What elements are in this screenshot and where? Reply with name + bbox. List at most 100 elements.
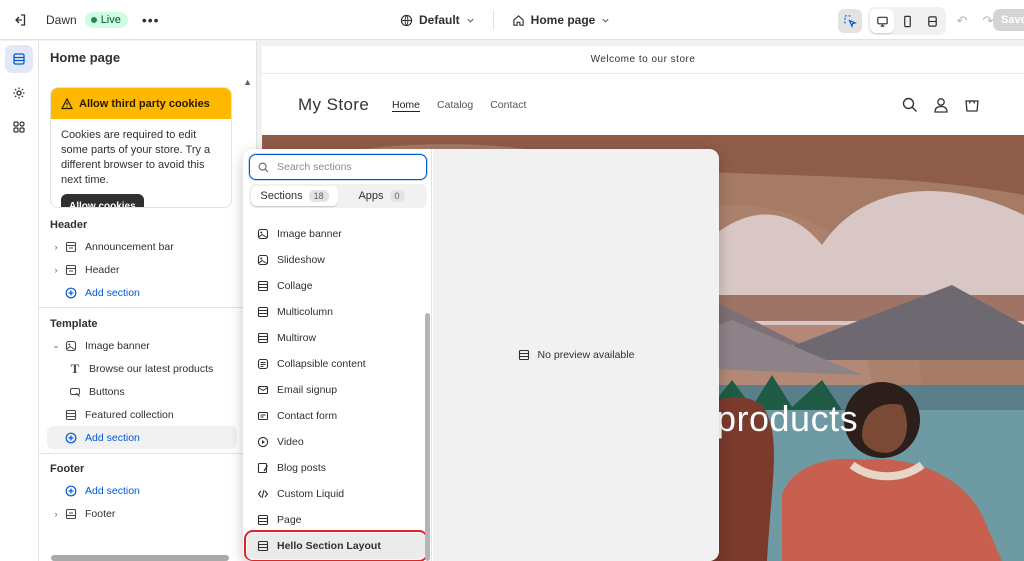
nav-link-home[interactable]: Home bbox=[392, 99, 420, 111]
section-list-scrollbar[interactable] bbox=[425, 313, 430, 561]
live-label: Live bbox=[100, 13, 121, 26]
nav-link-contact[interactable]: Contact bbox=[490, 99, 526, 111]
blog-icon bbox=[257, 462, 269, 474]
block-item-text[interactable]: T Browse our latest products bbox=[39, 357, 256, 380]
section-item-footer[interactable]: › Footer bbox=[39, 502, 256, 525]
theme-settings-nav-button[interactable] bbox=[5, 79, 33, 107]
layout-icon bbox=[257, 540, 269, 552]
cart-icon[interactable] bbox=[964, 97, 980, 113]
section-item-header[interactable]: › Header bbox=[39, 258, 256, 281]
live-badge: Live bbox=[84, 11, 128, 28]
block-item-buttons[interactable]: Buttons bbox=[39, 380, 256, 403]
store-nav: Home Catalog Contact bbox=[392, 99, 526, 111]
add-section-template-button[interactable]: Add section bbox=[47, 426, 237, 449]
account-icon[interactable] bbox=[933, 97, 949, 113]
section-option-collapsible-content[interactable]: Collapsible content bbox=[247, 351, 425, 377]
layout-icon bbox=[63, 239, 79, 255]
chevron-right-icon[interactable]: › bbox=[49, 242, 63, 252]
cookie-banner-body: Cookies are required to edit some parts … bbox=[51, 119, 231, 207]
inspector-button[interactable] bbox=[838, 9, 862, 33]
search-icon[interactable] bbox=[902, 97, 918, 113]
section-option-label: Collage bbox=[277, 280, 313, 292]
chevron-down-icon[interactable]: ⌄ bbox=[49, 340, 63, 351]
email-icon bbox=[257, 385, 269, 395]
section-option-label: Video bbox=[277, 436, 304, 448]
live-dot bbox=[90, 16, 97, 23]
section-option-collage[interactable]: Collage bbox=[247, 273, 425, 299]
section-option-label: Slideshow bbox=[277, 254, 325, 266]
store-logo-text[interactable]: My Store bbox=[298, 95, 369, 115]
add-section-header-button[interactable]: Add section bbox=[39, 281, 256, 304]
theme-selector[interactable]: Default bbox=[400, 13, 475, 27]
slideshow-icon bbox=[257, 254, 269, 266]
sections-icon bbox=[13, 53, 25, 65]
tab-count: 0 bbox=[389, 190, 405, 202]
section-option-custom-liquid[interactable]: Custom Liquid bbox=[247, 481, 425, 507]
chevron-right-icon[interactable]: › bbox=[49, 509, 63, 519]
section-item-label: Featured collection bbox=[85, 408, 174, 421]
section-list: Image banner Slideshow Collage Multicolu… bbox=[244, 221, 428, 561]
horizontal-scrollbar[interactable] bbox=[51, 555, 229, 561]
mobile-icon bbox=[903, 15, 911, 27]
form-icon bbox=[257, 411, 269, 421]
sections-nav-button[interactable] bbox=[5, 45, 33, 73]
section-item-image-banner[interactable]: ⌄ Image banner bbox=[39, 334, 256, 357]
exit-button[interactable] bbox=[0, 0, 40, 40]
page-selector[interactable]: Home page bbox=[512, 13, 611, 27]
add-section-footer-button[interactable]: Add section bbox=[39, 479, 256, 502]
tab-apps[interactable]: Apps 0 bbox=[338, 186, 425, 206]
allow-cookies-button[interactable]: Allow cookies bbox=[61, 194, 144, 207]
section-option-contact-form[interactable]: Contact form bbox=[247, 403, 425, 429]
section-item-featured-collection[interactable]: Featured collection bbox=[39, 403, 256, 426]
apps-nav-button[interactable] bbox=[5, 113, 33, 141]
tab-sections[interactable]: Sections 18 bbox=[251, 186, 338, 206]
layout-icon bbox=[257, 306, 269, 318]
section-option-blog-posts[interactable]: Blog posts bbox=[247, 455, 425, 481]
chevron-down-icon bbox=[602, 18, 609, 23]
tab-label: Apps bbox=[358, 190, 384, 202]
section-item-label: Footer bbox=[85, 507, 116, 520]
section-option-page[interactable]: Page bbox=[247, 507, 425, 533]
cookie-banner-title: Allow third party cookies bbox=[79, 97, 210, 110]
section-option-video[interactable]: Video bbox=[247, 429, 425, 455]
chevron-right-icon[interactable]: › bbox=[49, 265, 63, 275]
divider bbox=[39, 453, 256, 454]
section-option-multicolumn[interactable]: Multicolumn bbox=[247, 299, 425, 325]
search-field[interactable] bbox=[249, 154, 427, 180]
cookie-banner-text: Cookies are required to edit some parts … bbox=[61, 129, 211, 186]
section-type-tabs: Sections 18 Apps 0 bbox=[249, 184, 427, 208]
footer-layout-icon bbox=[63, 506, 79, 522]
search-input[interactable] bbox=[277, 161, 417, 173]
section-item-announcement-bar[interactable]: › Announcement bar bbox=[39, 235, 256, 258]
section-option-hello-section-layout[interactable]: Hello Section Layout bbox=[244, 530, 428, 561]
scroll-up-arrow[interactable]: ▲ bbox=[243, 77, 252, 87]
image-icon bbox=[257, 228, 269, 240]
fullscreen-view-button[interactable] bbox=[920, 9, 944, 33]
more-actions-button[interactable]: ••• bbox=[142, 12, 160, 28]
layout-icon bbox=[257, 280, 269, 292]
code-icon bbox=[257, 489, 269, 499]
plus-circle-icon bbox=[63, 285, 79, 301]
collapsible-icon bbox=[257, 358, 269, 370]
mobile-view-button[interactable] bbox=[895, 9, 919, 33]
section-option-multirow[interactable]: Multirow bbox=[247, 325, 425, 351]
store-header: My Store Home Catalog Contact bbox=[262, 74, 1024, 135]
desktop-view-button[interactable] bbox=[870, 9, 894, 33]
layout-icon bbox=[257, 514, 269, 526]
header-group: Header › Announcement bar › Header Add s… bbox=[39, 215, 256, 304]
nav-link-catalog[interactable]: Catalog bbox=[437, 99, 473, 111]
theme-name: Dawn bbox=[46, 12, 77, 27]
section-option-label: Image banner bbox=[277, 228, 342, 240]
divider bbox=[39, 307, 256, 308]
expand-icon bbox=[927, 15, 937, 27]
template-group-title: Template bbox=[50, 318, 98, 330]
block-item-label: Browse our latest products bbox=[89, 362, 214, 375]
save-button[interactable]: Save bbox=[993, 9, 1024, 31]
section-option-label: Custom Liquid bbox=[277, 488, 345, 500]
add-section-label: Add section bbox=[85, 431, 140, 444]
section-option-email-signup[interactable]: Email signup bbox=[247, 377, 425, 403]
section-option-image-banner[interactable]: Image banner bbox=[247, 221, 425, 247]
undo-button[interactable]: ↶ bbox=[952, 13, 972, 29]
section-option-slideshow[interactable]: Slideshow bbox=[247, 247, 425, 273]
add-section-popover: Sections 18 Apps 0 Image banner Slidesho… bbox=[243, 149, 719, 561]
